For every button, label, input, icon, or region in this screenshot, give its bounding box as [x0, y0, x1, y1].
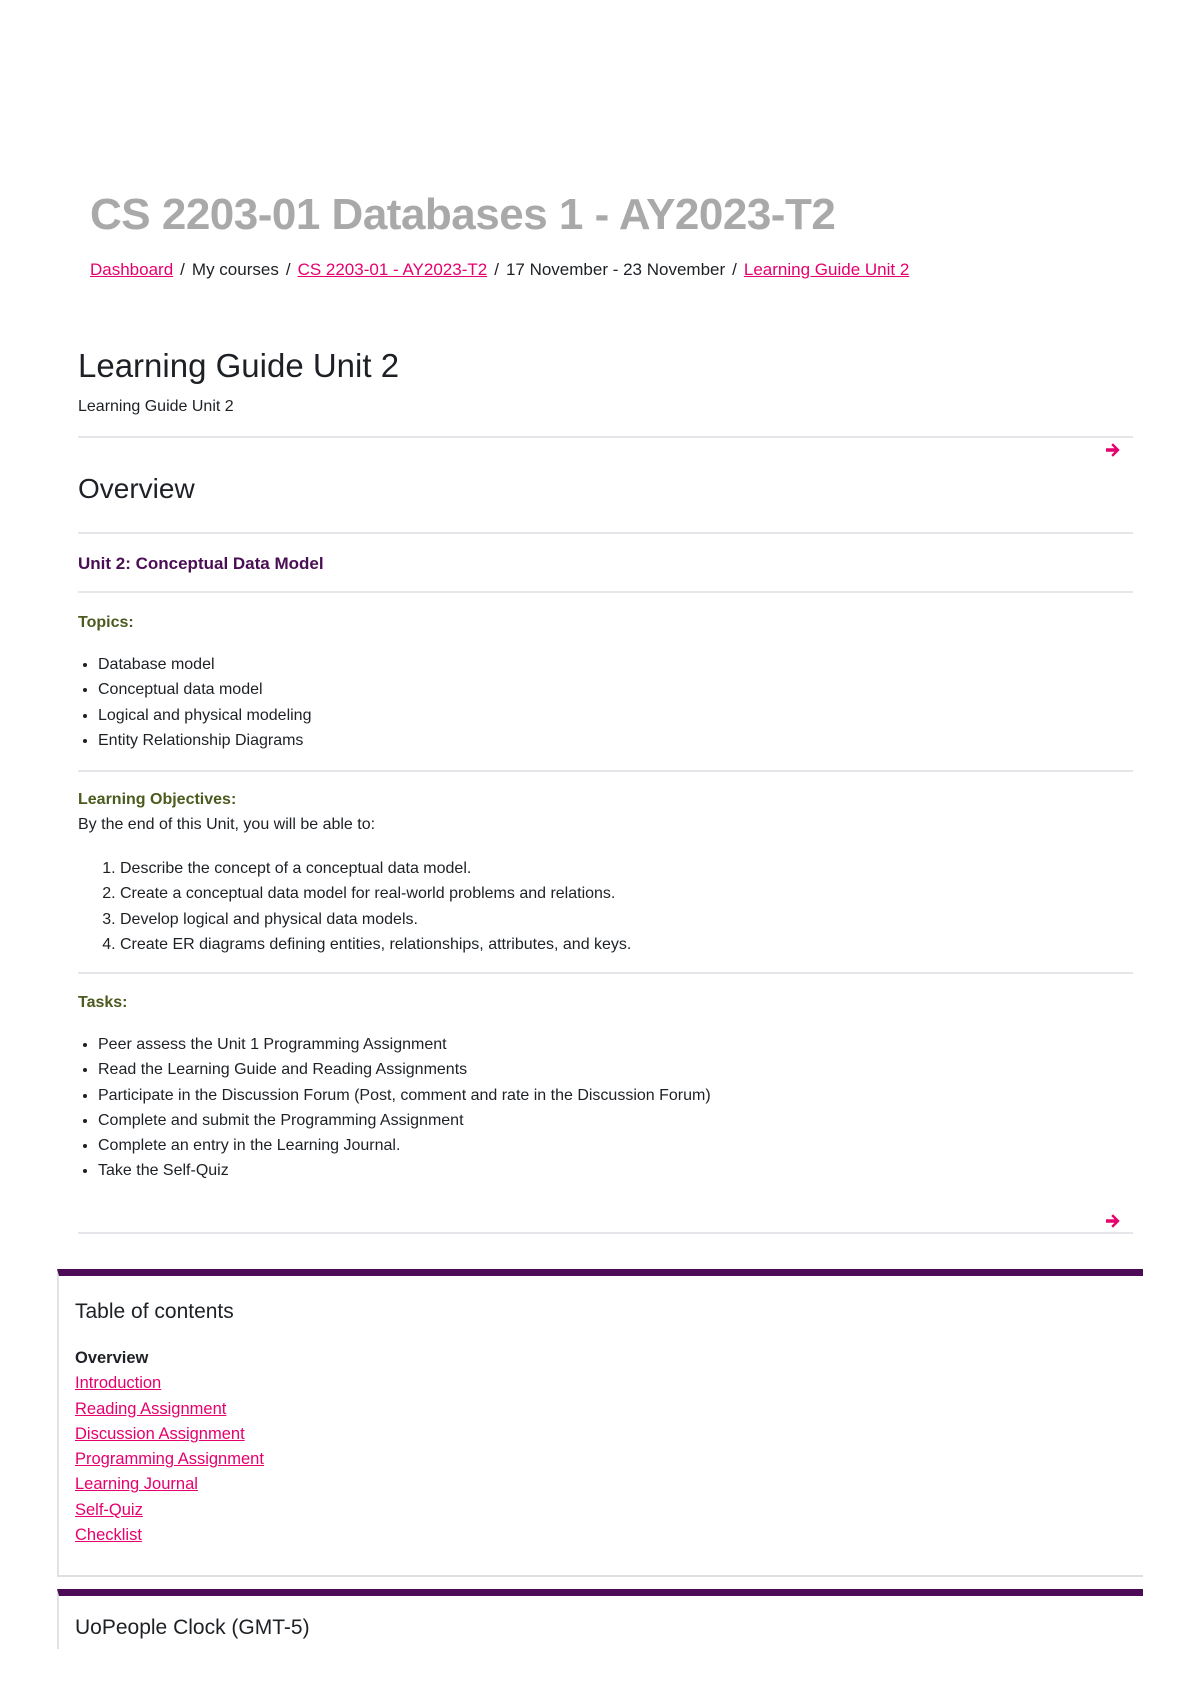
breadcrumb-my-courses: My courses [191, 260, 279, 279]
list-item: Database model [98, 652, 311, 677]
breadcrumb-separator: / [494, 260, 499, 279]
breadcrumb: Dashboard / My courses / CS 2203-01 - AY2023… [90, 260, 909, 280]
breadcrumb-week: 17 November - 23 November [505, 260, 726, 279]
clock-block: UoPeople Clock (GMT-5) [57, 1589, 1143, 1649]
page-title: Learning Guide Unit 2 [78, 347, 400, 384]
topics-list: Database model Conceptual data model Log… [98, 652, 311, 753]
toc-link-self-quiz[interactable]: Self-Quiz [75, 1498, 264, 1523]
divider [78, 436, 1133, 438]
overview-title: Overview [78, 473, 195, 504]
list-item: Logical and physical modeling [98, 703, 311, 728]
divider [78, 1232, 1133, 1234]
divider [78, 972, 1133, 974]
toc-link-checklist[interactable]: Checklist [75, 1523, 264, 1548]
list-item: Complete and submit the Programming Assi… [98, 1108, 711, 1133]
toc-list: Overview Introduction Reading Assignment… [75, 1346, 264, 1548]
arrow-right-icon [1106, 1214, 1120, 1228]
objectives-label: Learning Objectives: [78, 791, 237, 808]
breadcrumb-separator: / [180, 260, 185, 279]
objectives-intro: By the end of this Unit, you will be abl… [78, 816, 376, 833]
list-item: Complete an entry in the Learning Journa… [98, 1133, 711, 1158]
objectives-list: Describe the concept of a conceptual dat… [120, 856, 631, 957]
divider [78, 591, 1133, 593]
list-item: Read the Learning Guide and Reading Assi… [98, 1057, 711, 1082]
breadcrumb-learning-guide[interactable]: Learning Guide Unit 2 [744, 260, 909, 279]
toc-link-learning-journal[interactable]: Learning Journal [75, 1472, 264, 1497]
toc-current-overview: Overview [75, 1349, 149, 1367]
next-page-button[interactable] [1104, 442, 1124, 460]
breadcrumb-separator: / [732, 260, 737, 279]
course-title: CS 2203-01 Databases 1 - AY2023-T2 [90, 190, 836, 239]
page-subtitle: Learning Guide Unit 2 [78, 398, 234, 415]
tasks-list: Peer assess the Unit 1 Programming Assig… [98, 1032, 711, 1184]
topics-label: Topics: [78, 614, 134, 631]
clock-title: UoPeople Clock (GMT-5) [75, 1616, 310, 1639]
breadcrumb-dashboard[interactable]: Dashboard [90, 260, 173, 279]
toc-link-reading-assignment[interactable]: Reading Assignment [75, 1397, 264, 1422]
list-item: Entity Relationship Diagrams [98, 728, 311, 753]
list-item: Participate in the Discussion Forum (Pos… [98, 1083, 711, 1108]
list-item: Develop logical and physical data models… [120, 907, 631, 932]
list-item: Take the Self-Quiz [98, 1158, 711, 1183]
divider [78, 532, 1133, 534]
toc-link-programming-assignment[interactable]: Programming Assignment [75, 1447, 264, 1472]
next-page-button[interactable] [1104, 1213, 1124, 1231]
breadcrumb-course[interactable]: CS 2203-01 - AY2023-T2 [298, 260, 488, 279]
list-item: Describe the concept of a conceptual dat… [120, 856, 631, 881]
list-item: Peer assess the Unit 1 Programming Assig… [98, 1032, 711, 1057]
divider [78, 770, 1133, 772]
unit-heading: Unit 2: Conceptual Data Model [78, 554, 324, 573]
arrow-right-icon [1106, 443, 1120, 457]
list-item: Create a conceptual data model for real-… [120, 881, 631, 906]
toc-link-introduction[interactable]: Introduction [75, 1371, 264, 1396]
tasks-label: Tasks: [78, 994, 128, 1011]
list-item: Create ER diagrams defining entities, re… [120, 932, 631, 957]
table-of-contents-block: Table of contents Overview Introduction … [57, 1269, 1143, 1577]
toc-link-discussion-assignment[interactable]: Discussion Assignment [75, 1422, 264, 1447]
toc-title: Table of contents [75, 1300, 234, 1323]
list-item: Conceptual data model [98, 677, 311, 702]
breadcrumb-separator: / [285, 260, 291, 279]
